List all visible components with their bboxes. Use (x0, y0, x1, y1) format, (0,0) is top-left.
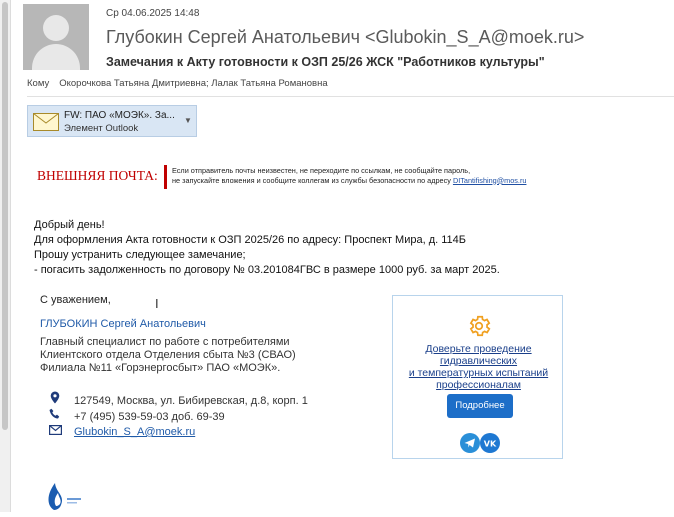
chevron-down-icon[interactable]: ▼ (184, 116, 192, 125)
gear-icon (466, 313, 492, 344)
attachment-item[interactable]: FW: ПАО «МОЭК». За... Элемент Outlook ▼ (27, 105, 197, 137)
promo-link-line: гидравлических (439, 355, 518, 367)
moek-logo-icon (40, 476, 86, 517)
message-subject: Замечания к Акту готовности к ОЗП 25/26 … (106, 55, 545, 69)
body-line: Добрый день! (34, 219, 105, 231)
warning-line-2: не запускайте вложения и сообщите коллег… (172, 175, 451, 185)
mail-icon (48, 425, 62, 438)
body-line: Прошу устранить следующее замечание; (34, 249, 246, 261)
address-text: 127549, Москва, ул. Бибиревская, д.8, ко… (74, 395, 308, 407)
body-line: - погасить задолженность по договору № 0… (34, 264, 500, 276)
attachment-type: Элемент Outlook (64, 123, 139, 134)
recipients-row: Кому Окорочкова Татьяна Дмитриевна; Лалак… (27, 78, 328, 89)
promo-link-line: Доверьте проведение (425, 343, 532, 355)
message-body: Добрый день! Для оформления Акта готовно… (34, 218, 500, 278)
external-mail-label: ВНЕШНЯЯ ПОЧТА: (37, 168, 158, 183)
contact-phone: +7 (495) 539-59-03 доб. 69-39 (48, 408, 225, 423)
promo-link-line: профессионалам (436, 379, 521, 391)
phone-text: +7 (495) 539-59-03 доб. 69-39 (74, 411, 225, 423)
signature-regards: С уважением, (40, 294, 111, 306)
signature-position: Главный специалист по работе с потребите… (40, 336, 296, 375)
avatar-body-icon (32, 44, 80, 70)
to-label: Кому (27, 78, 50, 89)
security-email-link[interactable]: DITantifishing@mos.ru (453, 176, 527, 185)
external-mail-warning: Если отправитель почты неизвестен, не пе… (172, 166, 526, 185)
message-date: Ср 04.06.2025 14:48 (106, 8, 200, 19)
svg-text:VK: VK (484, 440, 497, 449)
scrollbar-thumb[interactable] (2, 2, 8, 430)
warning-divider (164, 165, 167, 189)
promo-link[interactable]: Доверьте проведение гидравлических и тем… (393, 343, 564, 391)
position-line: Клиентского отдела Отделения сбыта №3 (С… (40, 349, 296, 361)
details-button[interactable]: Подробнее (447, 394, 513, 418)
promo-link-line: и температурных испытаний (408, 367, 549, 379)
position-line: Главный специалист по работе с потребите… (40, 336, 290, 348)
signature-name: ГЛУБОКИН Сергей Анатольевич (40, 318, 206, 330)
sender-name[interactable]: Глубокин Сергей Анатольевич <Glubokin_S_… (106, 27, 584, 48)
contact-email: Glubokin_S_A@moek.ru (48, 425, 195, 438)
envelope-icon (33, 113, 59, 136)
contact-address: 127549, Москва, ул. Бибиревская, д.8, ко… (48, 391, 308, 407)
avatar (23, 4, 89, 70)
warning-line-1: Если отправитель почты неизвестен, не пе… (172, 166, 471, 175)
to-recipients[interactable]: Окорочкова Татьяна Дмитриевна; Лалак Тат… (59, 78, 327, 89)
scrollbar[interactable] (0, 0, 11, 512)
promo-banner: Доверьте проведение гидравлических и тем… (392, 295, 563, 459)
vk-icon[interactable]: VK (480, 433, 500, 453)
position-line: Филиала №11 «Горэнергосбыт» ПАО «МОЭК». (40, 362, 281, 374)
text-cursor-icon: I (155, 296, 159, 311)
body-line: Для оформления Акта готовности к ОЗП 202… (34, 234, 466, 246)
telegram-icon[interactable] (460, 433, 480, 453)
header-divider (27, 96, 674, 97)
signature-email-link[interactable]: Glubokin_S_A@moek.ru (74, 426, 195, 438)
phone-icon (48, 408, 62, 423)
location-pin-icon (48, 391, 62, 407)
attachment-name: FW: ПАО «МОЭК». За... (64, 110, 175, 121)
avatar-head-icon (43, 15, 69, 41)
signature-block: С уважением, ГЛУБОКИН Сергей Анатольевич… (40, 294, 296, 374)
